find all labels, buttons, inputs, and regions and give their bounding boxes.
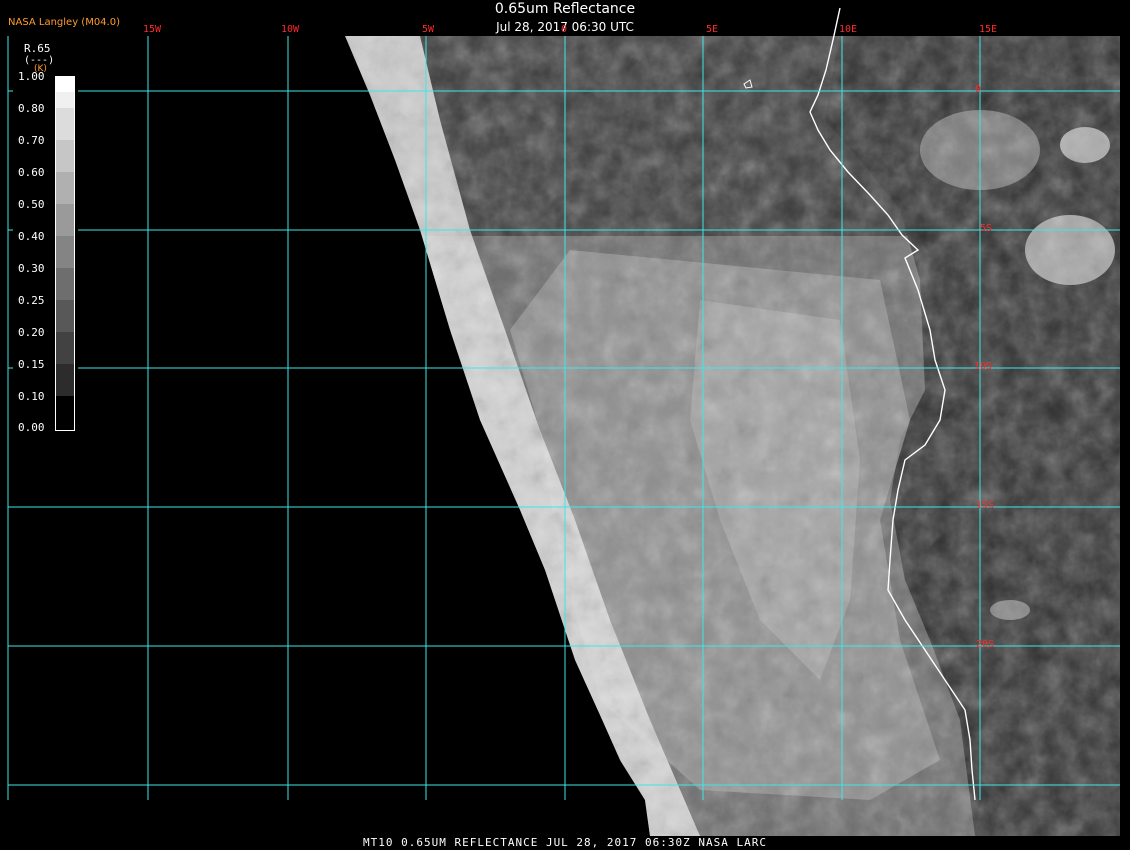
legend-tick: 0.50 (18, 198, 45, 211)
map-title: 0.65um Reflectance (494, 1, 636, 17)
legend-tick: 0.25 (18, 294, 45, 307)
legend-tick: 0.00 (18, 421, 45, 434)
lon-label-10w: 10W (280, 24, 300, 35)
legend-tick: 0.10 (18, 390, 45, 403)
lon-label-15e: 15E (978, 24, 998, 35)
lat-label-10s: 10S (974, 361, 993, 372)
lon-label-15w: 15W (142, 24, 162, 35)
legend-tick: 0.20 (18, 326, 45, 339)
lon-label-5e: 5E (705, 24, 719, 35)
legend-tick: 0.60 (18, 166, 45, 179)
footer-caption: MT10 0.65UM REFLECTANCE JUL 28, 2017 06:… (363, 836, 767, 849)
legend-tick: 0.15 (18, 358, 45, 371)
legend-colorbar (55, 76, 75, 431)
lat-label-20s: 20S (976, 639, 995, 650)
lon-label-0: 0 (560, 24, 568, 35)
satellite-image (0, 0, 1130, 850)
lat-label-15s: 15S (976, 500, 995, 511)
legend-tick: 1.00 (18, 70, 45, 83)
lat-label-0: 0 (975, 84, 982, 95)
lon-label-5w: 5W (421, 24, 435, 35)
lon-label-10e: 10E (838, 24, 858, 35)
legend-variable: R.65 (24, 42, 51, 55)
legend-tick: 0.70 (18, 134, 45, 147)
legend-tick: 0.40 (18, 230, 45, 243)
lat-label-5s: 5S (980, 223, 993, 234)
legend-tick: 0.80 (18, 102, 45, 115)
legend-tick: 0.30 (18, 262, 45, 275)
